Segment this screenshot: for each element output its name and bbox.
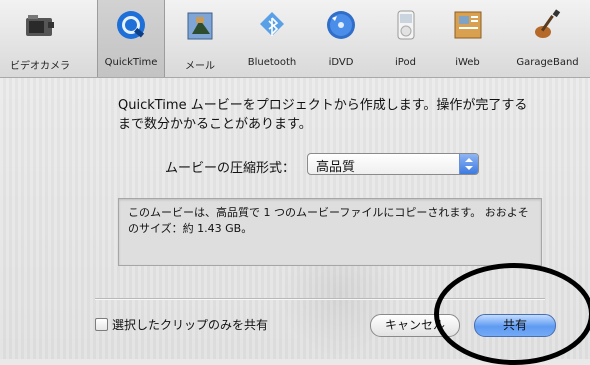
- camcorder-icon: [26, 15, 54, 36]
- toolbar: ビデオカメラ QuickTime メール Bluetooth iDVD iPod…: [0, 0, 590, 78]
- toolbar-item-label: QuickTime: [104, 57, 158, 68]
- toolbar-item-label: メール: [185, 61, 215, 72]
- share-button[interactable]: 共有: [474, 314, 556, 337]
- toolbar-item-iweb[interactable]: iWeb: [440, 0, 495, 77]
- toolbar-item-label: iPod: [395, 57, 416, 68]
- toolbar-item-label: iWeb: [455, 57, 480, 68]
- share-selected-clips-checkbox[interactable]: [95, 318, 108, 331]
- description-text: QuickTime ムービーをプロジェクトから作成します。操作が完了するまで数分…: [118, 98, 528, 132]
- info-text: このムービーは、高品質で 1 つのムービーファイルにコピーされます。 おおよその…: [128, 206, 529, 235]
- iweb-icon: [454, 11, 481, 39]
- select-arrows-icon: [459, 154, 478, 174]
- mail-icon: [187, 12, 213, 40]
- bluetooth-icon: [260, 12, 284, 36]
- toolbar-item-quicktime[interactable]: QuickTime: [97, 0, 165, 77]
- idvd-icon: [327, 11, 355, 39]
- toolbar-item-label: Bluetooth: [247, 57, 297, 68]
- toolbar-item-idvd[interactable]: iDVD: [315, 0, 367, 77]
- garageband-icon: [534, 9, 560, 38]
- toolbar-item-label: ビデオカメラ: [10, 61, 70, 72]
- toolbar-item-label: iDVD: [328, 57, 354, 68]
- compression-format-label: ムービーの圧縮形式：: [165, 161, 296, 176]
- info-box: このムービーは、高品質で 1 つのムービーファイルにコピーされます。 おおよその…: [118, 198, 542, 266]
- ipod-icon: [397, 10, 414, 40]
- divider: [95, 298, 545, 300]
- toolbar-item-garageband[interactable]: GarageBand: [505, 0, 590, 77]
- compression-format-select[interactable]: 高品質: [307, 153, 479, 175]
- quicktime-icon: [117, 11, 145, 39]
- toolbar-item-video-camera[interactable]: ビデオカメラ: [0, 0, 80, 77]
- toolbar-item-ipod[interactable]: iPod: [378, 0, 433, 77]
- toolbar-item-label: GarageBand: [516, 57, 579, 68]
- toolbar-item-bluetooth[interactable]: Bluetooth: [237, 0, 307, 77]
- toolbar-item-mail[interactable]: メール: [170, 0, 230, 77]
- share-panel: QuickTime ムービーをプロジェクトから作成します。操作が完了するまで数分…: [0, 78, 590, 359]
- compression-format-value: 高品質: [316, 160, 356, 175]
- checkbox-label: 選択したクリップのみを共有: [112, 318, 269, 332]
- cancel-button[interactable]: キャンセル: [370, 314, 460, 337]
